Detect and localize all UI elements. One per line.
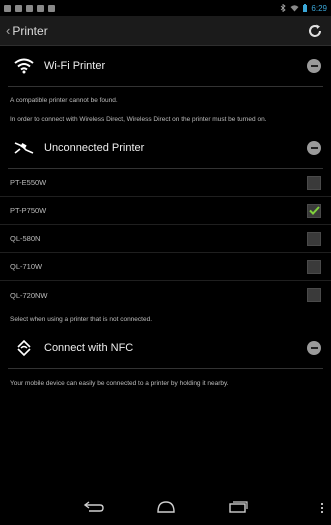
wireless-direct-text: In order to connect with Wireless Direct… — [10, 116, 267, 123]
notification-icon — [26, 4, 33, 12]
battery-icon — [303, 4, 308, 12]
divider — [8, 368, 323, 369]
back-button[interactable]: ‹ Printer — [6, 23, 48, 38]
navigation-bar — [0, 489, 331, 525]
printer-row[interactable]: PT-P750W — [0, 197, 331, 225]
printer-checkbox[interactable] — [307, 259, 321, 274]
printer-row[interactable]: QL-720NW — [0, 281, 331, 309]
nfc-info-text: Your mobile device can easily be connect… — [10, 380, 229, 387]
unconnected-printer-section-header[interactable]: Unconnected Printer — [0, 128, 331, 168]
printer-checkbox[interactable] — [307, 288, 321, 302]
wifi-printer-section-header[interactable]: Wi-Fi Printer — [0, 46, 331, 86]
printer-name: QL-580N — [10, 234, 41, 243]
wifi-icon — [14, 58, 34, 74]
unconnected-note: Select when using a printer that is not … — [10, 316, 153, 323]
wifi-not-found-text: A compatible printer cannot be found. — [10, 97, 118, 104]
chevron-left-icon: ‹ — [6, 23, 11, 38]
printer-checkbox[interactable] — [307, 203, 321, 218]
action-bar: ‹ Printer — [0, 16, 331, 46]
collapse-button[interactable] — [307, 59, 321, 73]
home-nav-icon[interactable] — [155, 501, 177, 513]
recent-apps-icon[interactable] — [227, 501, 249, 513]
printer-name: PT-E550W — [10, 178, 47, 187]
printer-row[interactable]: QL-580N — [0, 225, 331, 253]
printer-settings-content: Wi-Fi Printer A compatible printer canno… — [0, 46, 331, 388]
collapse-button[interactable] — [307, 141, 321, 155]
printer-list: PT-E550W PT-P750W QL-580N QL-710W QL-720… — [0, 169, 331, 309]
divider — [8, 86, 323, 87]
printer-checkbox[interactable] — [307, 231, 321, 246]
section-title: Connect with NFC — [44, 342, 134, 354]
notification-icon — [37, 4, 44, 12]
nfc-icon — [17, 339, 31, 357]
collapse-button[interactable] — [307, 341, 321, 355]
notification-icon — [4, 4, 11, 12]
cable-icon — [14, 142, 34, 154]
bluetooth-icon — [281, 4, 287, 12]
nfc-section-header[interactable]: Connect with NFC — [0, 328, 331, 368]
printer-name: PT-P750W — [10, 206, 47, 215]
wifi-signal-icon — [290, 5, 299, 12]
notification-icon — [48, 4, 55, 12]
section-title: Wi-Fi Printer — [44, 60, 106, 72]
refresh-icon[interactable] — [307, 23, 323, 39]
overflow-menu-icon[interactable] — [321, 503, 323, 513]
printer-row[interactable]: PT-E550W — [0, 169, 331, 197]
page-title: Printer — [12, 23, 48, 38]
printer-row[interactable]: QL-710W — [0, 253, 331, 281]
printer-name: QL-720NW — [10, 290, 48, 300]
notification-icons — [4, 4, 55, 12]
clock: 6:29 — [311, 3, 327, 13]
printer-name: QL-710W — [10, 262, 43, 271]
back-nav-icon[interactable] — [83, 501, 105, 513]
system-icons: 6:29 — [280, 4, 327, 13]
checkmark-icon — [308, 206, 320, 215]
section-title: Unconnected Printer — [44, 142, 145, 154]
status-bar: 6:29 — [0, 0, 331, 16]
notification-icon — [15, 4, 22, 12]
printer-checkbox[interactable] — [307, 175, 321, 190]
